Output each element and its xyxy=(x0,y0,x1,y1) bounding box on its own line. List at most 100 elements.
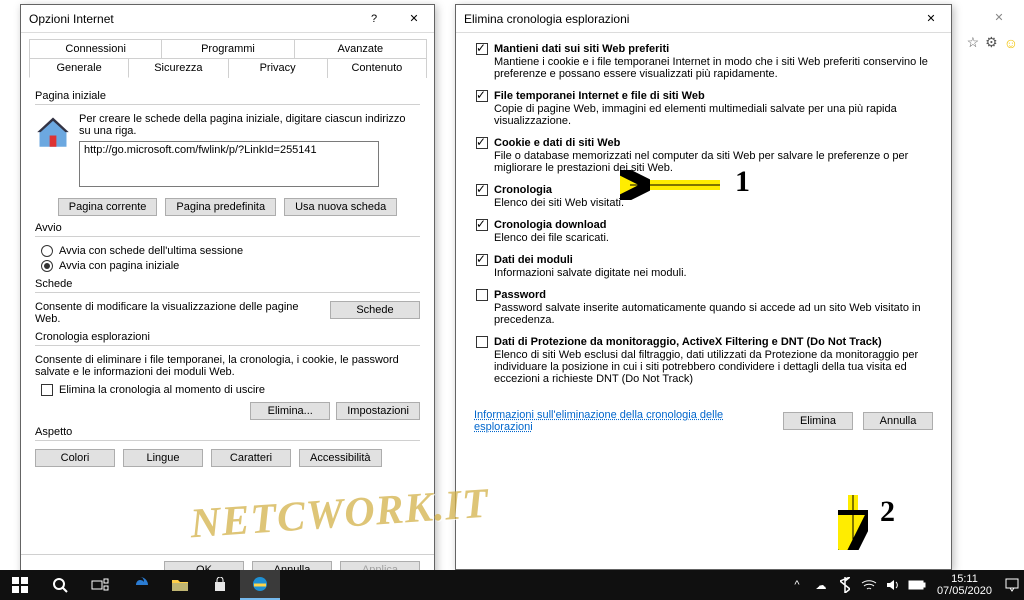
checkbox-icon xyxy=(476,184,488,196)
delete-option-1[interactable]: File temporanei Internet e file di siti … xyxy=(476,90,931,127)
radio-label: Avvia con schede dell'ultima sessione xyxy=(59,245,243,257)
delete-history-button[interactable]: Elimina... xyxy=(250,402,330,420)
option-description: Elenco di siti Web esclusi dal filtraggi… xyxy=(494,349,931,385)
use-default-button[interactable]: Pagina predefinita xyxy=(165,198,276,216)
volume-icon[interactable] xyxy=(881,570,905,600)
option-description: Mantiene i cookie e i file temporanei In… xyxy=(494,56,931,80)
help-icon[interactable]: ? xyxy=(354,5,394,33)
tab-sicurezza[interactable]: Sicurezza xyxy=(128,58,228,78)
tab-generale[interactable]: Generale xyxy=(29,58,129,78)
file-explorer-icon[interactable] xyxy=(160,570,200,600)
option-title: File temporanei Internet e file di siti … xyxy=(494,90,931,102)
option-description: Elenco dei file scaricati. xyxy=(494,232,609,244)
option-title: Cronologia xyxy=(494,184,624,196)
date: 07/05/2020 xyxy=(937,585,992,597)
star-icon[interactable]: ☆ xyxy=(967,34,980,51)
tray-chevron-icon[interactable]: ^ xyxy=(785,570,809,600)
group-homepage: Pagina iniziale xyxy=(35,90,420,102)
cancel-button[interactable]: Annulla xyxy=(863,412,933,430)
close-icon[interactable]: ✕ xyxy=(394,5,434,33)
taskbar: ^ ☁ 15:11 07/05/2020 xyxy=(0,570,1024,600)
tab-programmi[interactable]: Programmi xyxy=(161,39,294,58)
checkbox-icon xyxy=(476,254,488,266)
option-description: Password salvate inserite automaticament… xyxy=(494,302,931,326)
option-title: Dati dei moduli xyxy=(494,254,687,266)
checkbox-icon xyxy=(41,384,53,396)
tab-contenuto[interactable]: Contenuto xyxy=(327,58,427,78)
onedrive-icon[interactable]: ☁ xyxy=(809,570,833,600)
group-tabs: Schede xyxy=(35,278,420,290)
option-title: Mantieni dati sui siti Web preferiti xyxy=(494,43,931,55)
tab-avanzate[interactable]: Avanzate xyxy=(294,39,427,58)
delete-option-5[interactable]: Dati dei moduliInformazioni salvate digi… xyxy=(476,254,931,279)
delete-option-6[interactable]: PasswordPassword salvate inserite automa… xyxy=(476,289,931,326)
checkbox-icon xyxy=(476,137,488,149)
edge-icon[interactable] xyxy=(120,570,160,600)
gear-icon[interactable]: ⚙ xyxy=(985,34,998,51)
homepage-url-input[interactable] xyxy=(79,141,379,187)
search-icon[interactable] xyxy=(40,570,80,600)
option-description: File o database memorizzati nel computer… xyxy=(494,150,931,174)
accessibility-button[interactable]: Accessibilità xyxy=(299,449,382,467)
checkbox-label: Elimina la cronologia al momento di usci… xyxy=(59,384,265,396)
smiley-icon[interactable]: ☺ xyxy=(1004,35,1018,51)
option-title: Dati di Protezione da monitoraggio, Acti… xyxy=(494,336,931,348)
start-button[interactable] xyxy=(0,570,40,600)
clock[interactable]: 15:11 07/05/2020 xyxy=(929,573,1000,597)
radio-icon xyxy=(41,245,53,257)
history-text: Consente di eliminare i file temporanei,… xyxy=(35,354,420,378)
delete-option-3[interactable]: CronologiaElenco dei siti Web visitati. xyxy=(476,184,931,209)
delete-option-4[interactable]: Cronologia downloadElenco dei file scari… xyxy=(476,219,931,244)
checkbox-icon xyxy=(476,289,488,301)
use-current-button[interactable]: Pagina corrente xyxy=(58,198,158,216)
use-newtab-button[interactable]: Usa nuova scheda xyxy=(284,198,397,216)
dialog-title: Opzioni Internet xyxy=(29,12,354,26)
history-settings-button[interactable]: Impostazioni xyxy=(336,402,420,420)
task-view-icon[interactable] xyxy=(80,570,120,600)
learn-more-link[interactable]: Informazioni sull'eliminazione della cro… xyxy=(474,409,773,433)
radio-label: Avvia con pagina iniziale xyxy=(59,260,179,272)
browser-toolbar-icons: ☆ ⚙ ☺ xyxy=(967,34,1018,51)
bluetooth-icon[interactable] xyxy=(833,570,857,600)
dialog-title: Elimina cronologia esplorazioni xyxy=(464,12,911,26)
system-tray: ^ ☁ 15:11 07/05/2020 xyxy=(785,570,1024,600)
delete-option-0[interactable]: Mantieni dati sui siti Web preferitiMant… xyxy=(476,43,931,80)
check-delete-on-exit[interactable]: Elimina la cronologia al momento di usci… xyxy=(41,384,420,396)
internet-options-dialog: Opzioni Internet ? ✕ Connessioni Program… xyxy=(20,4,435,594)
group-startup: Avvio xyxy=(35,222,420,234)
colors-button[interactable]: Colori xyxy=(35,449,115,467)
radio-start-last[interactable]: Avvia con schede dell'ultima sessione xyxy=(41,245,420,257)
ie-icon[interactable] xyxy=(240,570,280,600)
checkbox-icon xyxy=(476,43,488,55)
time: 15:11 xyxy=(937,573,992,585)
option-description: Informazioni salvate digitate nei moduli… xyxy=(494,267,687,279)
notifications-icon[interactable] xyxy=(1000,570,1024,600)
background-close-icon: ✕ xyxy=(978,4,1020,30)
option-description: Copie di pagine Web, immagini ed element… xyxy=(494,103,931,127)
tabs-button[interactable]: Schede xyxy=(330,301,420,319)
group-appearance: Aspetto xyxy=(35,426,420,438)
wifi-icon[interactable] xyxy=(857,570,881,600)
fonts-button[interactable]: Caratteri xyxy=(211,449,291,467)
option-description: Elenco dei siti Web visitati. xyxy=(494,197,624,209)
tabs-row-2: Generale Sicurezza Privacy Contenuto xyxy=(21,58,434,78)
option-title: Cronologia download xyxy=(494,219,609,231)
store-icon[interactable] xyxy=(200,570,240,600)
checkbox-icon xyxy=(476,219,488,231)
radio-icon xyxy=(41,260,53,272)
radio-start-home[interactable]: Avvia con pagina iniziale xyxy=(41,260,420,272)
home-icon xyxy=(35,113,71,190)
languages-button[interactable]: Lingue xyxy=(123,449,203,467)
option-title: Password xyxy=(494,289,931,301)
close-icon[interactable]: ✕ xyxy=(911,5,951,33)
checkbox-icon xyxy=(476,90,488,102)
tab-privacy[interactable]: Privacy xyxy=(228,58,328,78)
tab-connessioni[interactable]: Connessioni xyxy=(29,39,162,58)
battery-icon[interactable] xyxy=(905,570,929,600)
delete-button[interactable]: Elimina xyxy=(783,412,853,430)
tabs-row-1: Connessioni Programmi Avanzate xyxy=(21,33,434,58)
checkbox-icon xyxy=(476,336,488,348)
delete-option-2[interactable]: Cookie e dati di siti WebFile o database… xyxy=(476,137,931,174)
delete-option-7[interactable]: Dati di Protezione da monitoraggio, Acti… xyxy=(476,336,931,385)
homepage-hint: Per creare le schede della pagina inizia… xyxy=(79,113,420,137)
